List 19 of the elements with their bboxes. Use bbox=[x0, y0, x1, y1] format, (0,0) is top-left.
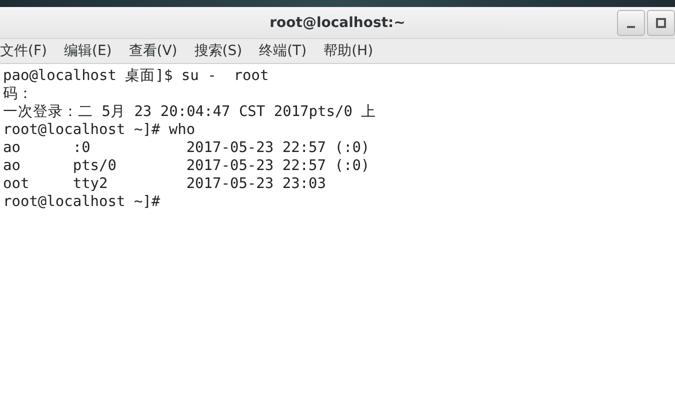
menu-item[interactable]: 搜索(S) bbox=[194, 42, 250, 60]
maximize-icon bbox=[656, 18, 666, 28]
terminal-line: 一次登录：二 5月 23 20:04:47 CST 2017pts/0 上 bbox=[3, 103, 378, 121]
terminal-line: oot tty2 2017-05-23 23:03 bbox=[3, 175, 328, 193]
minimize-button[interactable] bbox=[617, 10, 645, 36]
window-title: root@localhost:~ bbox=[270, 14, 406, 30]
menu-item[interactable]: 终端(T) bbox=[259, 42, 315, 60]
menu-item[interactable]: 编辑(E) bbox=[64, 42, 120, 60]
minimize-icon bbox=[627, 26, 635, 28]
menu-item[interactable]: 帮助(H) bbox=[324, 42, 382, 60]
terminal-line: ao pts/0 2017-05-23 22:57 (:0) bbox=[3, 157, 371, 175]
maximize-button[interactable] bbox=[647, 10, 675, 36]
terminal-line: ao :0 2017-05-23 22:57 (:0) bbox=[3, 139, 371, 157]
menu-item[interactable]: 查看(V) bbox=[128, 42, 186, 60]
menu-item[interactable]: 文件(F) bbox=[0, 42, 55, 60]
terminal-line: pao@localhost 桌面]$ su - root bbox=[3, 67, 270, 85]
terminal-line: root@localhost ~]# bbox=[3, 193, 162, 211]
terminal-line: 码： bbox=[3, 85, 34, 103]
terminal-line: root@localhost ~]# who bbox=[3, 121, 196, 139]
